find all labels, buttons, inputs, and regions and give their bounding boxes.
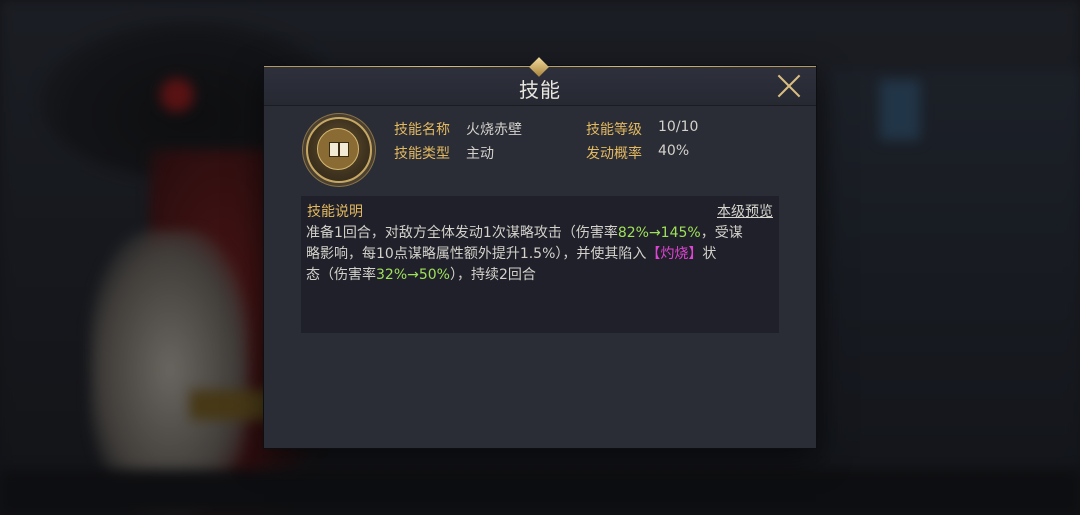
skill-dialog: 技能 技能名称 火烧赤壁 技能等级 10/10 技能类型 主动 发动概率 40%… <box>264 57 816 448</box>
dialog-title: 技能 <box>519 78 561 102</box>
dialog-header: 技能 <box>264 57 816 106</box>
level-preview-link[interactable]: 本级预览 <box>717 201 773 221</box>
description-text: 准备1回合，对敌方全体发动1次谋略攻击（伤害率 <box>306 225 618 241</box>
header-ornament-line-right <box>540 66 740 67</box>
skill-type-value: 主动 <box>466 146 494 162</box>
book-page-right <box>339 142 349 157</box>
header-ornament-line-left <box>340 66 540 67</box>
book-icon <box>329 142 349 157</box>
burn-damage-rate-value: 32%→50% <box>376 267 450 283</box>
description-text: 状 <box>702 246 717 262</box>
skill-name-label: 技能名称 <box>394 122 450 138</box>
book-page-left <box>329 142 339 157</box>
description-text: ），持续2回合 <box>449 267 536 283</box>
skill-icon-inner <box>317 128 359 170</box>
skill-level-label: 技能等级 <box>586 122 642 138</box>
close-icon[interactable] <box>776 73 802 99</box>
skill-level-value: 10/10 <box>658 119 699 135</box>
skill-icon <box>306 117 372 183</box>
description-text: ，受谋 <box>700 225 743 241</box>
description-line-3: 态（伤害率32%→50%），持续2回合 <box>306 265 776 286</box>
trigger-chance-label: 发动概率 <box>586 146 642 162</box>
description-title: 技能说明 <box>307 204 363 220</box>
description-line-1: 准备1回合，对敌方全体发动1次谋略攻击（伤害率82%→145%，受谋 <box>306 223 776 244</box>
burn-status-keyword: 【灼烧】 <box>646 246 703 262</box>
skill-type-label: 技能类型 <box>394 146 450 162</box>
skill-description-box: 技能说明 本级预览 准备1回合，对敌方全体发动1次谋略攻击（伤害率82%→145… <box>301 196 779 333</box>
description-text: 略影响，每10点谋略属性额外提升1.5%），并使其陷入 <box>306 246 647 262</box>
description-text: 态（伤害率 <box>306 267 376 283</box>
trigger-chance-value: 40% <box>658 143 690 159</box>
description-line-2: 略影响，每10点谋略属性额外提升1.5%），并使其陷入【灼烧】状 <box>306 244 776 265</box>
skill-name-value: 火烧赤壁 <box>466 122 522 138</box>
skill-description-text: 准备1回合，对敌方全体发动1次谋略攻击（伤害率82%→145%，受谋 略影响，每… <box>306 223 776 286</box>
damage-rate-value: 82%→145% <box>617 225 701 241</box>
